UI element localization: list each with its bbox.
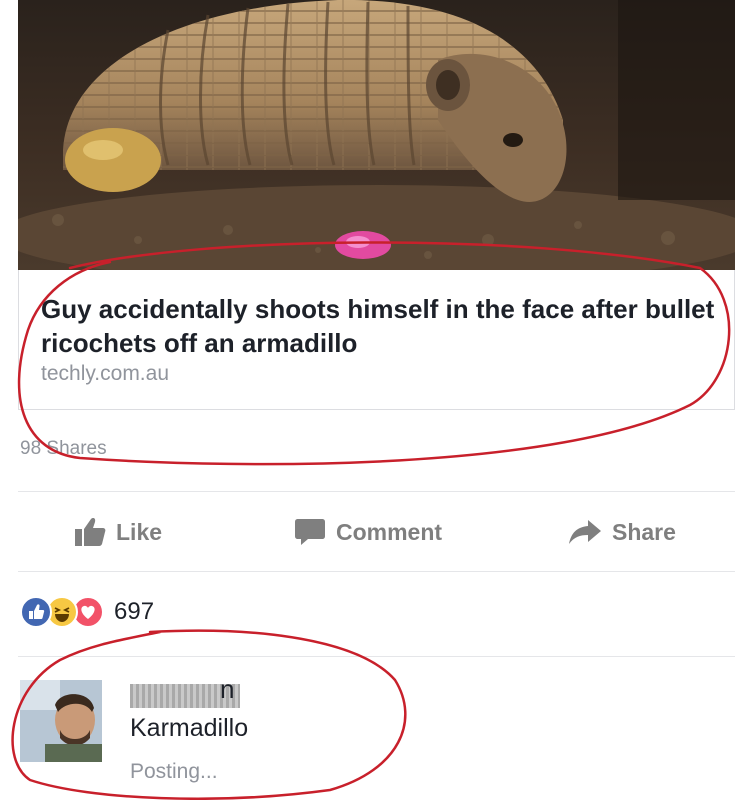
- comment-button[interactable]: Comment: [294, 514, 442, 550]
- link-domain: techly.com.au: [41, 362, 169, 385]
- thumbs-up-icon: [75, 518, 106, 546]
- armadillo-photo: [18, 0, 735, 270]
- comment-posting-status: Posting...: [130, 760, 218, 783]
- reaction-summary[interactable]: 697: [20, 596, 154, 628]
- like-label: Like: [116, 518, 163, 545]
- divider: [18, 571, 735, 572]
- divider: [18, 656, 735, 657]
- like-button[interactable]: Like: [74, 514, 162, 550]
- comment-author-name[interactable]: n: [220, 674, 234, 705]
- comment-bubble-icon: [295, 519, 325, 545]
- comment-item: n Karmadillo Posting...: [20, 674, 720, 790]
- link-preview-image[interactable]: [18, 0, 735, 270]
- share-count[interactable]: 98 Shares: [20, 438, 107, 460]
- share-button[interactable]: Share: [568, 514, 676, 550]
- post-action-bar: Like Comment Share: [18, 500, 735, 564]
- comment-text: Karmadillo: [130, 714, 249, 742]
- like-reaction-icon: [20, 596, 52, 628]
- share-arrow-icon: [569, 520, 601, 544]
- link-headline[interactable]: Guy accidentally shoots himself in the f…: [41, 292, 721, 360]
- avatar[interactable]: [20, 680, 102, 762]
- comment-label: Comment: [336, 518, 443, 545]
- link-preview-card[interactable]: Guy accidentally shoots himself in the f…: [18, 270, 735, 410]
- reaction-count: 697: [114, 598, 155, 625]
- share-label: Share: [612, 518, 676, 545]
- divider: [18, 491, 735, 492]
